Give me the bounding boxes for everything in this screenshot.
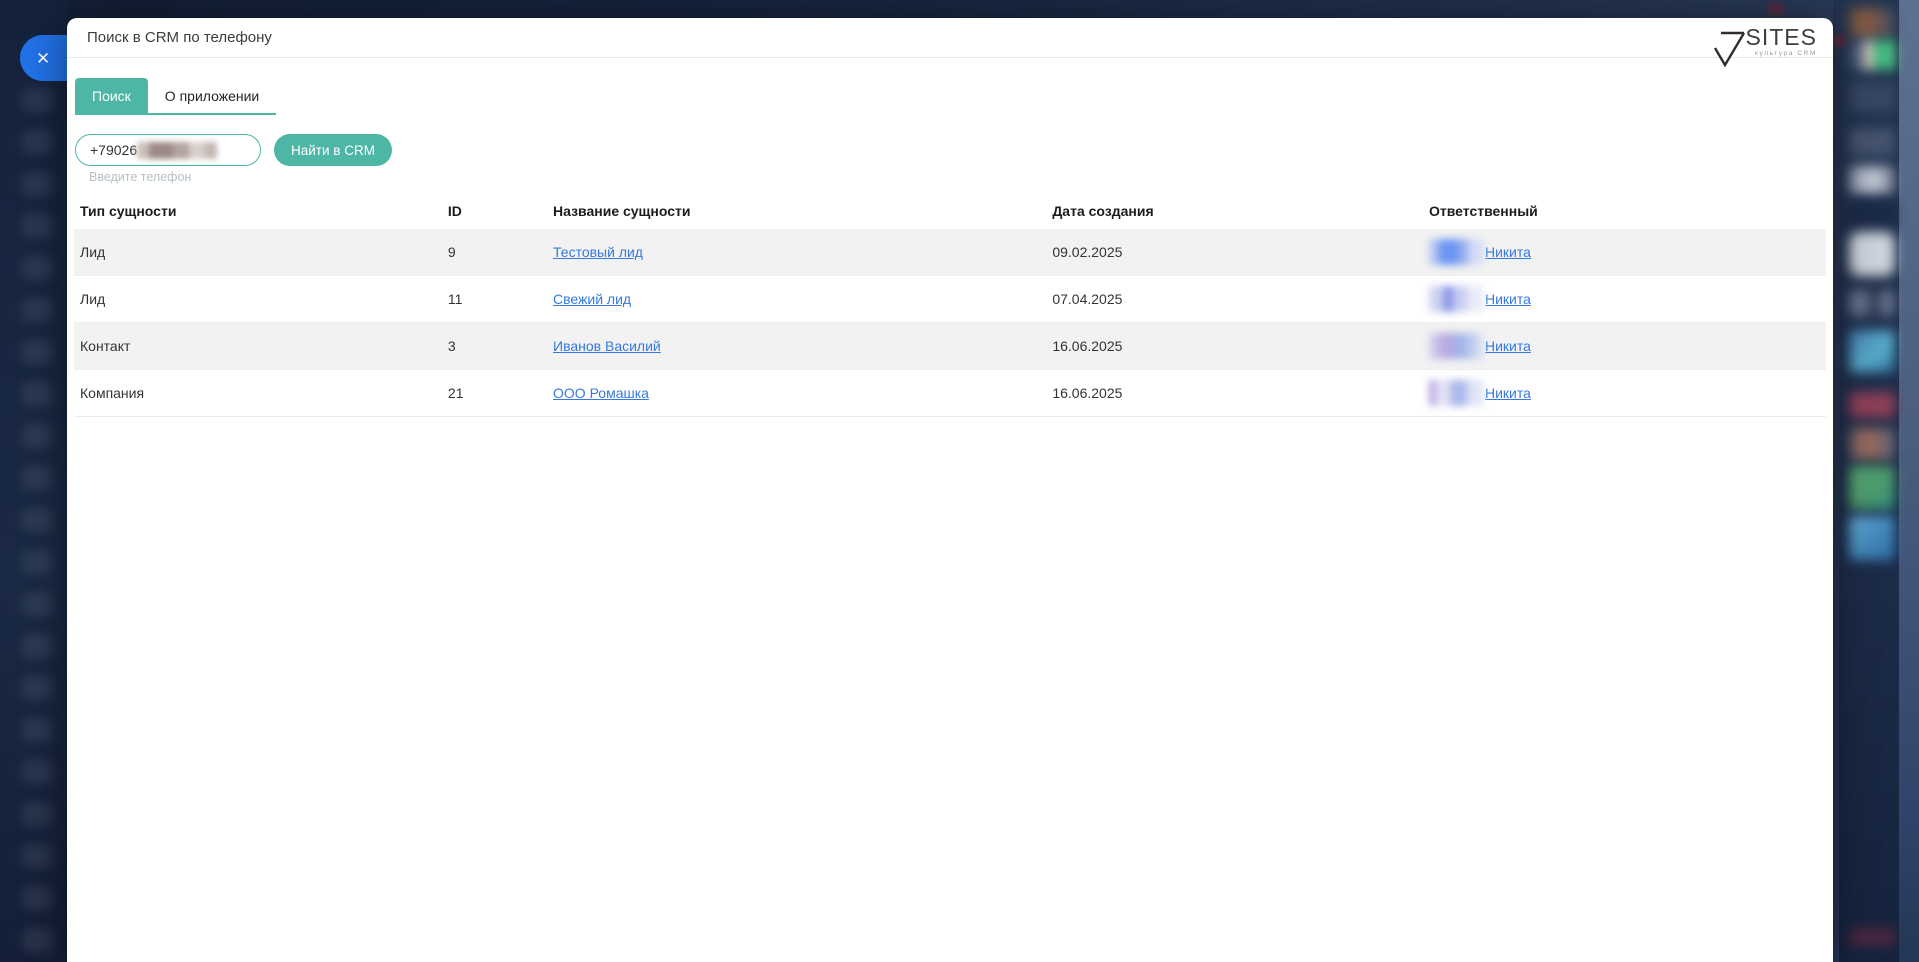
blurred-menu-icon [22,466,52,490]
col-responsible: Ответственный [1423,193,1826,229]
logo-tagline: культура CRM [1755,50,1817,57]
blurred-menu-icon [22,424,52,448]
entity-id: 11 [442,276,547,323]
tab-about-label: О приложении [165,88,259,104]
crm-search-slider: Поиск в CRM по телефону SITES культура C… [67,18,1833,962]
blurred-chat-icon [1849,516,1895,560]
right-rail [1833,0,1919,962]
blurred-menu-icon [22,928,52,952]
blurred-surname [1429,380,1483,406]
blurred-menu-icon [22,634,52,658]
entity-type: Лид [74,276,442,323]
modal-header: Поиск в CRM по телефону [67,18,1833,58]
blurred-menu-icon [22,550,52,574]
tab-search[interactable]: Поиск [75,78,148,113]
blurred-menu-icon [22,256,52,280]
blurred-surname [1429,239,1483,265]
blurred-surname [1429,333,1483,359]
blurred-menu-icon [22,844,52,868]
table-row: Лид 9 Тестовый лид 09.02.2025 Никита [74,229,1826,276]
results-table: Тип сущности ID Название сущности Дата с… [74,193,1826,417]
phone-input-hint: Введите телефон [89,170,1833,184]
blurred-chat-icon [1849,232,1895,276]
blurred-menu-icon [22,214,52,238]
blurred-menu-icon [22,172,52,196]
created-date: 09.02.2025 [1046,229,1423,276]
blurred-chat-icon [1849,166,1895,194]
blurred-chat-icon [1849,128,1895,156]
responsible-link[interactable]: Никита [1485,385,1531,401]
created-date: 07.04.2025 [1046,276,1423,323]
blurred-chat-icon [1849,392,1895,418]
blurred-chat-icon [1849,466,1895,510]
blurred-menu-icon [22,718,52,742]
phone-input-wrap [75,134,261,166]
close-icon: ✕ [36,50,50,67]
entity-id: 3 [442,323,547,370]
blurred-avatar-icon [1849,8,1895,38]
tab-search-label: Поиск [92,88,131,104]
blurred-chat-icon [1849,202,1895,228]
blurred-chat-icon [1849,928,1895,946]
tab-about[interactable]: О приложении [148,78,276,113]
logo-brand-text: SITES [1746,25,1817,50]
entity-id: 9 [442,229,547,276]
entity-type: Компания [74,370,442,417]
vendor-logo: SITES культура CRM [1708,25,1817,69]
entity-link[interactable]: Тестовый лид [553,244,643,260]
blurred-phone-digits [137,142,217,159]
blurred-menu-icon [22,382,52,406]
blurred-chat-icon [1849,330,1895,372]
table-row: Компания 21 ООО Ромашка 16.06.2025 Никит… [74,370,1826,417]
entity-link[interactable]: ООО Ромашка [553,385,649,401]
blurred-menu-icon [22,760,52,784]
blurred-menu-icon [22,298,52,322]
blurred-menu-icon [22,88,52,112]
blurred-chat-icon [1849,82,1895,112]
right-rail-scroll-edge [1899,0,1919,962]
created-date: 16.06.2025 [1046,370,1423,417]
search-row: Найти в CRM [75,134,1833,166]
blurred-avatar-icon [1849,40,1895,70]
responsible-link[interactable]: Никита [1485,338,1531,354]
blurred-chat-icon [1849,428,1895,460]
blurred-menu-icon [22,592,52,616]
tab-bar: Поиск О приложении [75,78,276,115]
blurred-surname [1429,286,1483,312]
col-entity-name: Название сущности [547,193,1046,229]
blurred-menu-icon [22,676,52,700]
entity-link[interactable]: Иванов Василий [553,338,661,354]
table-row: Контакт 3 Иванов Василий 16.06.2025 Ники… [74,323,1826,370]
blurred-menu-icon [22,802,52,826]
modal-title: Поиск в CRM по телефону [87,29,272,46]
entity-type: Контакт [74,323,442,370]
table-row: Лид 11 Свежий лид 07.04.2025 Никита [74,276,1826,323]
responsible-link[interactable]: Никита [1485,291,1531,307]
entity-link[interactable]: Свежий лид [553,291,631,307]
blurred-menu-icon [22,886,52,910]
entity-type: Лид [74,229,442,276]
col-id: ID [442,193,547,229]
blurred-menu-icon [22,340,52,364]
find-in-crm-button[interactable]: Найти в CRM [274,134,392,166]
blurred-menu-icon [22,508,52,532]
results-header-row: Тип сущности ID Название сущности Дата с… [74,193,1826,229]
col-created: Дата создания [1046,193,1423,229]
responsible-link[interactable]: Никита [1485,244,1531,260]
blurred-notification-dot [1768,4,1784,14]
blurred-menu-icon [22,130,52,154]
blurred-chat-icon [1849,290,1895,316]
left-rail [0,0,67,962]
col-entity-type: Тип сущности [74,193,442,229]
entity-id: 21 [442,370,547,417]
created-date: 16.06.2025 [1046,323,1423,370]
